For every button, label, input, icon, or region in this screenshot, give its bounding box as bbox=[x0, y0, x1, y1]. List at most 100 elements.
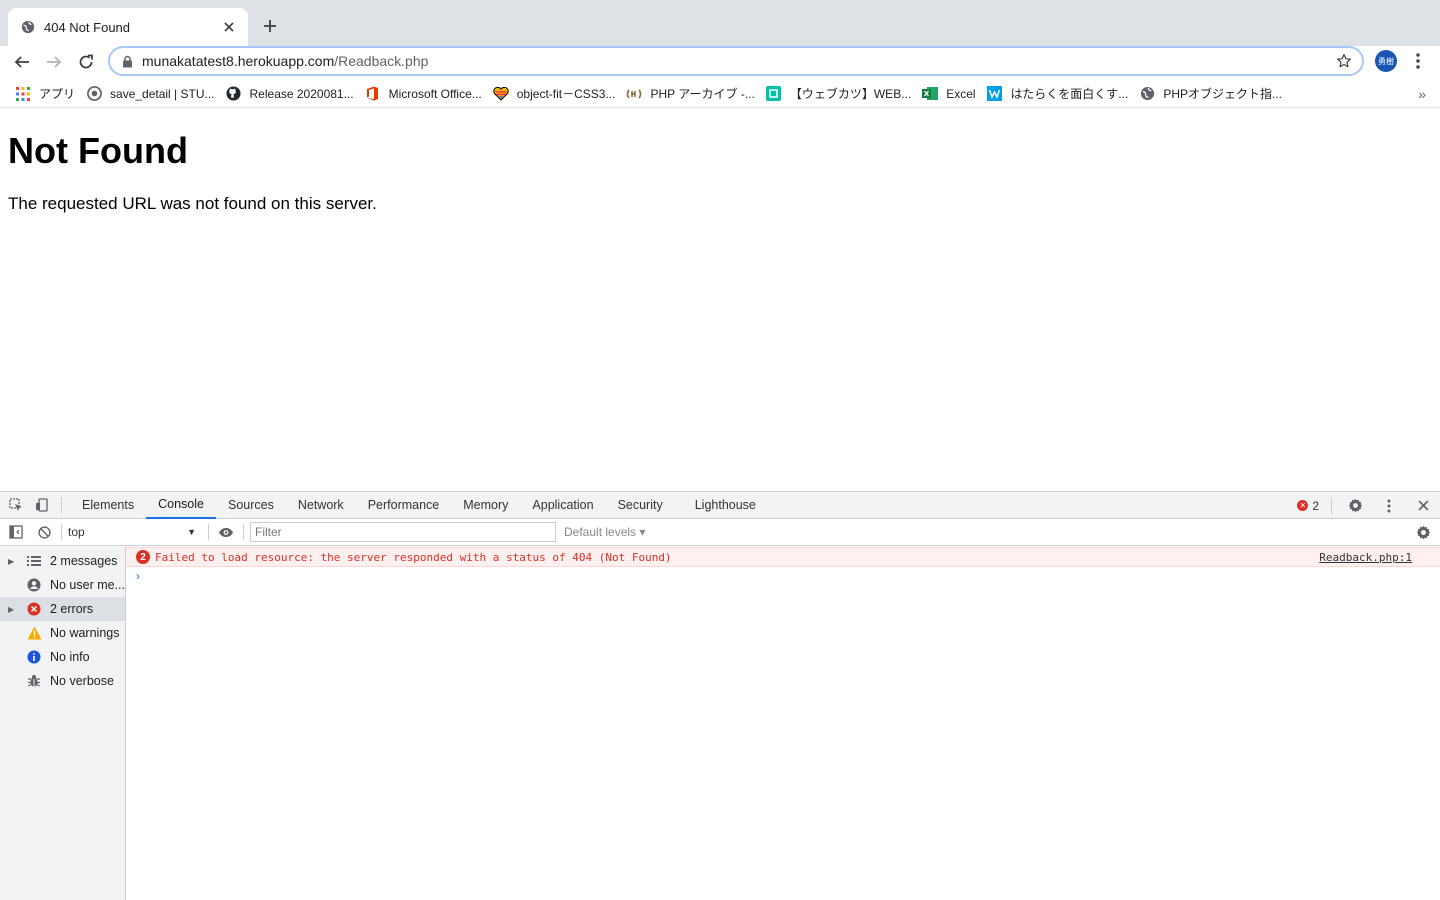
bookmark-label: Microsoft Office... bbox=[388, 86, 482, 101]
office-icon bbox=[365, 86, 381, 102]
bookmark-label: Release 2020081... bbox=[249, 86, 354, 101]
bookmark-apps[interactable]: アプリ bbox=[12, 82, 83, 106]
star-icon[interactable] bbox=[1336, 53, 1354, 71]
sidebar-item-verbose[interactable]: No verbose bbox=[0, 669, 125, 693]
browser-tab[interactable]: 404 Not Found bbox=[8, 8, 248, 46]
bookmark-excel[interactable]: Excel bbox=[919, 82, 983, 106]
sidebar-item-warnings[interactable]: No warnings bbox=[0, 621, 125, 645]
bookmark-hataraku[interactable]: はたらくを面白くす... bbox=[984, 82, 1137, 106]
user-icon bbox=[26, 577, 42, 593]
context-selector[interactable]: top ▼ bbox=[68, 522, 202, 542]
bookmark-php-object[interactable]: PHPオブジェクト指... bbox=[1136, 82, 1290, 106]
close-icon[interactable] bbox=[220, 18, 238, 36]
sidebar-item-errors[interactable]: ▶ 2 errors bbox=[0, 597, 125, 621]
github-icon bbox=[226, 86, 242, 102]
tab-title: 404 Not Found bbox=[44, 19, 131, 35]
bookmark-label: PHP アーカイブ -... bbox=[650, 87, 755, 101]
divider bbox=[243, 524, 244, 540]
eye-icon[interactable] bbox=[215, 521, 237, 543]
kebab-menu-icon bbox=[1416, 53, 1420, 69]
console-prompt[interactable]: › bbox=[126, 567, 1440, 585]
address-bar[interactable]: munakatatest8.herokuapp.com/Readback.php bbox=[108, 46, 1364, 76]
bookmark-save-detail[interactable]: save_detail | STU... bbox=[83, 82, 223, 106]
sidebar-item-label: 2 errors bbox=[50, 602, 94, 616]
source-link[interactable]: Readback.php:1 bbox=[1319, 551, 1412, 564]
bookmarks-bar: アプリ save_detail | STU... Release 2020081… bbox=[0, 80, 1440, 108]
forward-button[interactable] bbox=[40, 48, 68, 76]
php-logo-icon bbox=[626, 86, 642, 102]
gear-globe-icon bbox=[86, 86, 102, 102]
page-title: Not Found bbox=[8, 130, 188, 171]
profile-avatar[interactable]: 勇樹 bbox=[1375, 50, 1397, 72]
console-error-message[interactable]: 2 Failed to load resource: the server re… bbox=[126, 547, 1440, 567]
chevron-double-right-icon[interactable]: » bbox=[1418, 86, 1426, 102]
webukatu-icon bbox=[766, 86, 782, 102]
bug-icon bbox=[26, 673, 42, 689]
tab-console[interactable]: Console bbox=[146, 492, 216, 519]
page-content: Not Found The requested URL was not foun… bbox=[0, 108, 1440, 491]
bookmark-object-fit[interactable]: object-fit－CSS3... bbox=[490, 82, 624, 106]
log-levels-dropdown[interactable]: Default levels ▾ bbox=[564, 525, 645, 539]
divider bbox=[61, 497, 62, 513]
tab-security[interactable]: Security bbox=[606, 492, 675, 519]
globe-icon bbox=[1139, 86, 1155, 102]
tab-network[interactable]: Network bbox=[286, 492, 356, 519]
sidebar-toggle-icon[interactable] bbox=[5, 521, 27, 543]
sidebar-item-info[interactable]: No info bbox=[0, 645, 125, 669]
lock-icon[interactable] bbox=[120, 54, 134, 68]
sidebar-item-messages[interactable]: ▶ 2 messages bbox=[0, 549, 125, 573]
bookmark-label: Excel bbox=[946, 86, 976, 101]
error-count-text: 2 bbox=[1312, 498, 1319, 513]
heart-icon bbox=[493, 86, 509, 102]
apps-grid-icon bbox=[15, 86, 31, 102]
error-icon: ✕ bbox=[1297, 500, 1309, 511]
bookmark-github-release[interactable]: Release 2020081... bbox=[223, 82, 362, 106]
bookmark-label: object-fit－CSS3... bbox=[516, 87, 616, 101]
tab-sources[interactable]: Sources bbox=[216, 492, 286, 519]
error-counter[interactable]: ✕ 2 bbox=[1297, 499, 1319, 513]
expand-arrow-icon[interactable]: ▶ bbox=[8, 557, 20, 566]
context-value: top bbox=[68, 525, 85, 539]
reload-icon bbox=[79, 54, 93, 69]
bookmark-label: 【ウェブカツ】WEB... bbox=[789, 87, 912, 101]
tab-memory[interactable]: Memory bbox=[451, 492, 520, 519]
prompt-chevron-icon: › bbox=[136, 569, 140, 583]
bookmark-label: アプリ bbox=[39, 87, 76, 101]
tab-lighthouse[interactable]: Lighthouse bbox=[675, 492, 768, 519]
device-toolbar-icon[interactable] bbox=[31, 494, 53, 516]
filter-input[interactable] bbox=[250, 522, 556, 542]
devtools-tab-bar: Elements Console Sources Network Perform… bbox=[0, 492, 1440, 519]
settings-gear-icon[interactable] bbox=[1344, 495, 1366, 517]
console-settings-gear-icon[interactable] bbox=[1412, 521, 1434, 543]
close-devtools-icon[interactable] bbox=[1412, 495, 1434, 517]
bookmark-php-archive[interactable]: PHP アーカイブ -... bbox=[623, 82, 762, 106]
error-icon bbox=[26, 601, 42, 617]
console-output: 2 Failed to load resource: the server re… bbox=[126, 547, 1440, 900]
sidebar-item-user-messages[interactable]: No user me... bbox=[0, 573, 125, 597]
tab-application[interactable]: Application bbox=[520, 492, 605, 519]
warning-icon bbox=[26, 625, 42, 641]
console-body: ▶ 2 messages No user me... ▶ 2 errors No… bbox=[0, 547, 1440, 900]
tab-elements[interactable]: Elements bbox=[70, 492, 146, 519]
bookmark-microsoft-office[interactable]: Microsoft Office... bbox=[362, 82, 490, 106]
excel-icon bbox=[922, 86, 939, 102]
expand-arrow-icon[interactable]: ▶ bbox=[8, 605, 20, 614]
sidebar-item-label: No warnings bbox=[50, 626, 120, 640]
dropdown-arrow-icon: ▼ bbox=[187, 527, 196, 537]
divider bbox=[1331, 497, 1332, 514]
new-tab-button[interactable] bbox=[258, 14, 282, 38]
vertical-dots-icon[interactable] bbox=[1378, 495, 1400, 517]
back-button[interactable] bbox=[8, 48, 36, 76]
devtools-panel: Elements Console Sources Network Perform… bbox=[0, 491, 1440, 900]
clear-console-icon[interactable] bbox=[33, 521, 55, 543]
inspect-element-icon[interactable] bbox=[5, 494, 27, 516]
browser-menu-button[interactable] bbox=[1408, 50, 1428, 72]
repeat-count-badge: 2 bbox=[136, 550, 150, 564]
bookmark-webukatu[interactable]: 【ウェブカツ】WEB... bbox=[763, 82, 919, 106]
browser-toolbar: munakatatest8.herokuapp.com/Readback.php… bbox=[0, 46, 1440, 80]
sidebar-item-label: No verbose bbox=[50, 674, 114, 688]
url-text[interactable]: munakatatest8.herokuapp.com/Readback.php bbox=[142, 53, 428, 69]
error-message-text: Failed to load resource: the server resp… bbox=[155, 550, 672, 564]
reload-button[interactable] bbox=[72, 48, 100, 76]
tab-performance[interactable]: Performance bbox=[356, 492, 452, 519]
